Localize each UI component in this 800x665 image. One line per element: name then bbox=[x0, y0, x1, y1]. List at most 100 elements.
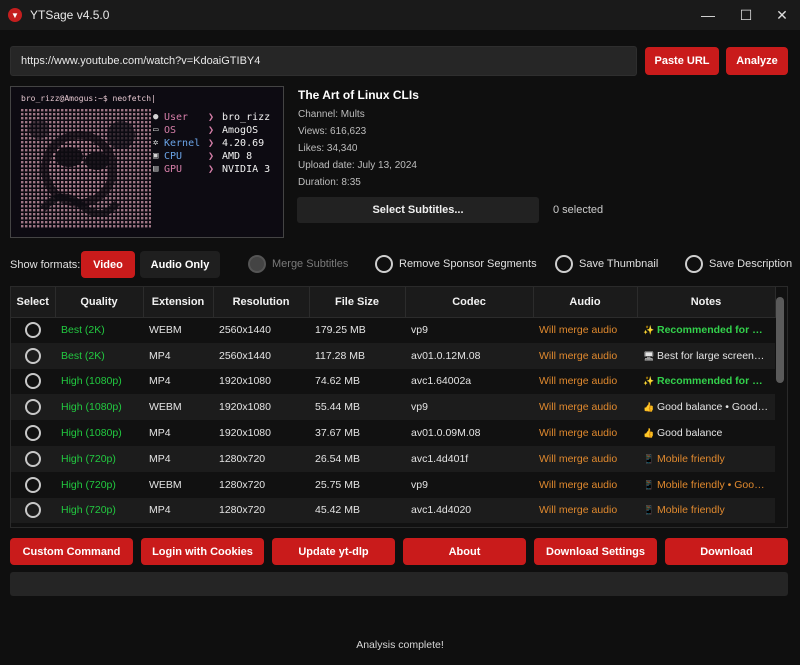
row-select-cell[interactable] bbox=[11, 317, 55, 343]
extension-cell: MP4 bbox=[149, 375, 171, 388]
file-size-cell: 55.44 MB bbox=[309, 394, 405, 421]
table-row[interactable]: High (720p) MP4 1280x720 26.54 MB avc1.4d401… bbox=[11, 445, 775, 472]
codec-cell: vp9 bbox=[411, 478, 428, 491]
row-select-radio[interactable] bbox=[25, 399, 41, 416]
quality-cell: High (720p) bbox=[55, 497, 143, 524]
url-input[interactable] bbox=[10, 46, 637, 76]
quality-cell: Best (2K) bbox=[61, 324, 105, 337]
likes-text: Likes: 34,340 bbox=[298, 143, 358, 154]
row-select-radio[interactable] bbox=[25, 450, 41, 467]
notes-cell: 📱 Mobile friendly • Good for ... bbox=[637, 472, 775, 498]
download-button[interactable]: Download bbox=[665, 538, 788, 565]
upload-date-text: Upload date: July 13, 2024 bbox=[298, 160, 417, 171]
subtitle-count: 0 selected bbox=[553, 204, 604, 216]
extension-cell: MP4 bbox=[143, 445, 213, 472]
table-row[interactable]: High (720p) WEBM 1280x720 25.75 MB vp9 Will m… bbox=[11, 472, 775, 498]
notes-cell: 📱 Mobile friendly bbox=[637, 497, 775, 524]
update-ytdlp-button[interactable]: Update yt-dlp bbox=[272, 538, 395, 565]
row-select-cell[interactable] bbox=[11, 342, 55, 369]
table-row[interactable]: High (1080p) MP4 1920x1080 74.62 MB avc1.640… bbox=[11, 369, 775, 395]
note-icon: 👍 bbox=[643, 428, 655, 439]
remove-sponsor-radio[interactable] bbox=[375, 255, 393, 273]
status-text: Analysis complete! bbox=[356, 639, 444, 651]
header-resolution: Resolution bbox=[213, 287, 310, 318]
table-header: Select Quality Extension Resolution File… bbox=[11, 287, 776, 318]
extension-cell: WEBM bbox=[149, 478, 182, 491]
row-select-radio[interactable] bbox=[25, 347, 41, 364]
row-select-radio[interactable] bbox=[25, 425, 41, 442]
table-row[interactable]: High (720p) MP4 1280x720 45.42 MB avc1.4d402… bbox=[11, 497, 775, 524]
custom-command-button[interactable]: Custom Command bbox=[10, 538, 133, 565]
extension-cell: WEBM bbox=[149, 324, 182, 337]
sys-row-os: ▭ OS ❯ AmogOS bbox=[153, 125, 259, 136]
maximize-button[interactable]: ☐ bbox=[726, 0, 766, 30]
quality-cell: High (720p) bbox=[55, 445, 143, 472]
resolution-cell: 1280x720 bbox=[219, 478, 266, 491]
select-subtitles-button[interactable]: Select Subtitles... bbox=[297, 197, 539, 223]
row-select-radio[interactable] bbox=[25, 373, 41, 390]
save-description-radio[interactable] bbox=[685, 255, 703, 273]
login-cookies-button[interactable]: Login with Cookies bbox=[141, 538, 264, 565]
notes-cell: 👍 Good balance • Good for ... bbox=[637, 394, 775, 421]
extension-cell: MP4 bbox=[143, 497, 213, 524]
row-select-cell[interactable] bbox=[11, 394, 55, 421]
audio-only-button[interactable]: Audio Only bbox=[140, 251, 220, 278]
paste-url-button[interactable]: Paste URL bbox=[645, 47, 719, 75]
notes-cell: 🖥Best for large screens • Lar... bbox=[637, 342, 775, 369]
row-select-cell[interactable] bbox=[11, 369, 55, 395]
system-info: ● User ❯ bro_rizz ▭ OS ❯ AmogOS ✲ Kernel… bbox=[153, 111, 270, 176]
row-select-radio[interactable] bbox=[25, 476, 41, 493]
notes-cell: 👍 Good balance bbox=[637, 420, 775, 446]
resolution-cell: 1920x1080 bbox=[219, 427, 271, 440]
merge-subtitles-radio[interactable] bbox=[248, 255, 266, 273]
codec-cell: av01.0.12M.08 bbox=[405, 342, 533, 369]
progress-bar bbox=[10, 572, 788, 596]
table-row[interactable]: Best (2K) WEBM 2560x1440 179.25 MB vp9 Will m… bbox=[11, 317, 775, 343]
notes-cell: ✨Recommended for high-c... bbox=[637, 317, 775, 343]
file-size-cell: 45.42 MB bbox=[309, 497, 405, 524]
duration-text: Duration: 8:35 bbox=[298, 177, 361, 188]
table-row[interactable]: High (1080p) MP4 1920x1080 37.67 MB av01.0.0… bbox=[11, 420, 775, 446]
row-select-radio[interactable] bbox=[25, 322, 41, 339]
save-thumbnail-option[interactable]: Save Thumbnail bbox=[555, 255, 658, 273]
codec-cell: av01.0.09M.08 bbox=[411, 427, 481, 440]
resolution-cell: 2560x1440 bbox=[213, 342, 309, 369]
table-row[interactable]: Best (2K) MP4 2560x1440 117.28 MB av01.0.12M… bbox=[11, 342, 775, 369]
resolution-cell: 1920x1080 bbox=[213, 394, 309, 421]
row-select-radio[interactable] bbox=[25, 502, 41, 519]
about-button[interactable]: About bbox=[403, 538, 526, 565]
video-format-button[interactable]: Video bbox=[81, 251, 135, 278]
download-settings-button[interactable]: Download Settings bbox=[534, 538, 657, 565]
row-select-cell[interactable] bbox=[11, 420, 55, 446]
note-text: Mobile friendly bbox=[657, 504, 725, 517]
merge-subtitles-option[interactable]: Merge Subtitles bbox=[248, 255, 348, 273]
analyze-button[interactable]: Analyze bbox=[726, 47, 788, 75]
row-select-cell[interactable] bbox=[11, 445, 55, 472]
title-bar: ▼ YTSage v4.5.0 — ☐ ✕ bbox=[0, 0, 800, 30]
note-text: Best for large screens • Lar... bbox=[657, 349, 775, 362]
video-info: The Art of Linux CLIs Channel: Mults Vie… bbox=[298, 86, 419, 191]
file-size-cell: 26.54 MB bbox=[309, 445, 405, 472]
header-audio: Audio bbox=[533, 287, 638, 318]
row-select-cell[interactable] bbox=[11, 472, 55, 498]
resolution-cell: 1920x1080 bbox=[219, 375, 271, 388]
file-size-cell: 25.75 MB bbox=[315, 478, 360, 491]
quality-cell: High (1080p) bbox=[61, 375, 122, 388]
save-description-option[interactable]: Save Description bbox=[685, 255, 792, 273]
note-icon: 🖥 bbox=[643, 350, 655, 361]
header-codec: Codec bbox=[405, 287, 534, 318]
header-quality: Quality bbox=[55, 287, 144, 318]
save-thumbnail-radio[interactable] bbox=[555, 255, 573, 273]
codec-cell: vp9 bbox=[405, 394, 533, 421]
video-thumbnail: bro_rizz@Amogus:~$ neofetch| ● User ❯ br… bbox=[10, 86, 284, 238]
note-icon: 📱 bbox=[643, 505, 655, 516]
minimize-button[interactable]: — bbox=[688, 0, 728, 30]
table-scrollbar[interactable] bbox=[776, 297, 784, 383]
row-select-cell[interactable] bbox=[11, 497, 55, 524]
table-row[interactable]: High (1080p) WEBM 1920x1080 55.44 MB vp9 Will… bbox=[11, 394, 775, 421]
audio-cell: Will merge audio bbox=[539, 478, 618, 491]
close-button[interactable]: ✕ bbox=[762, 0, 800, 30]
chip-icon: ▣ bbox=[153, 151, 159, 161]
remove-sponsor-option[interactable]: Remove Sponsor Segments bbox=[375, 255, 537, 273]
note-text: Mobile friendly bbox=[657, 452, 725, 465]
